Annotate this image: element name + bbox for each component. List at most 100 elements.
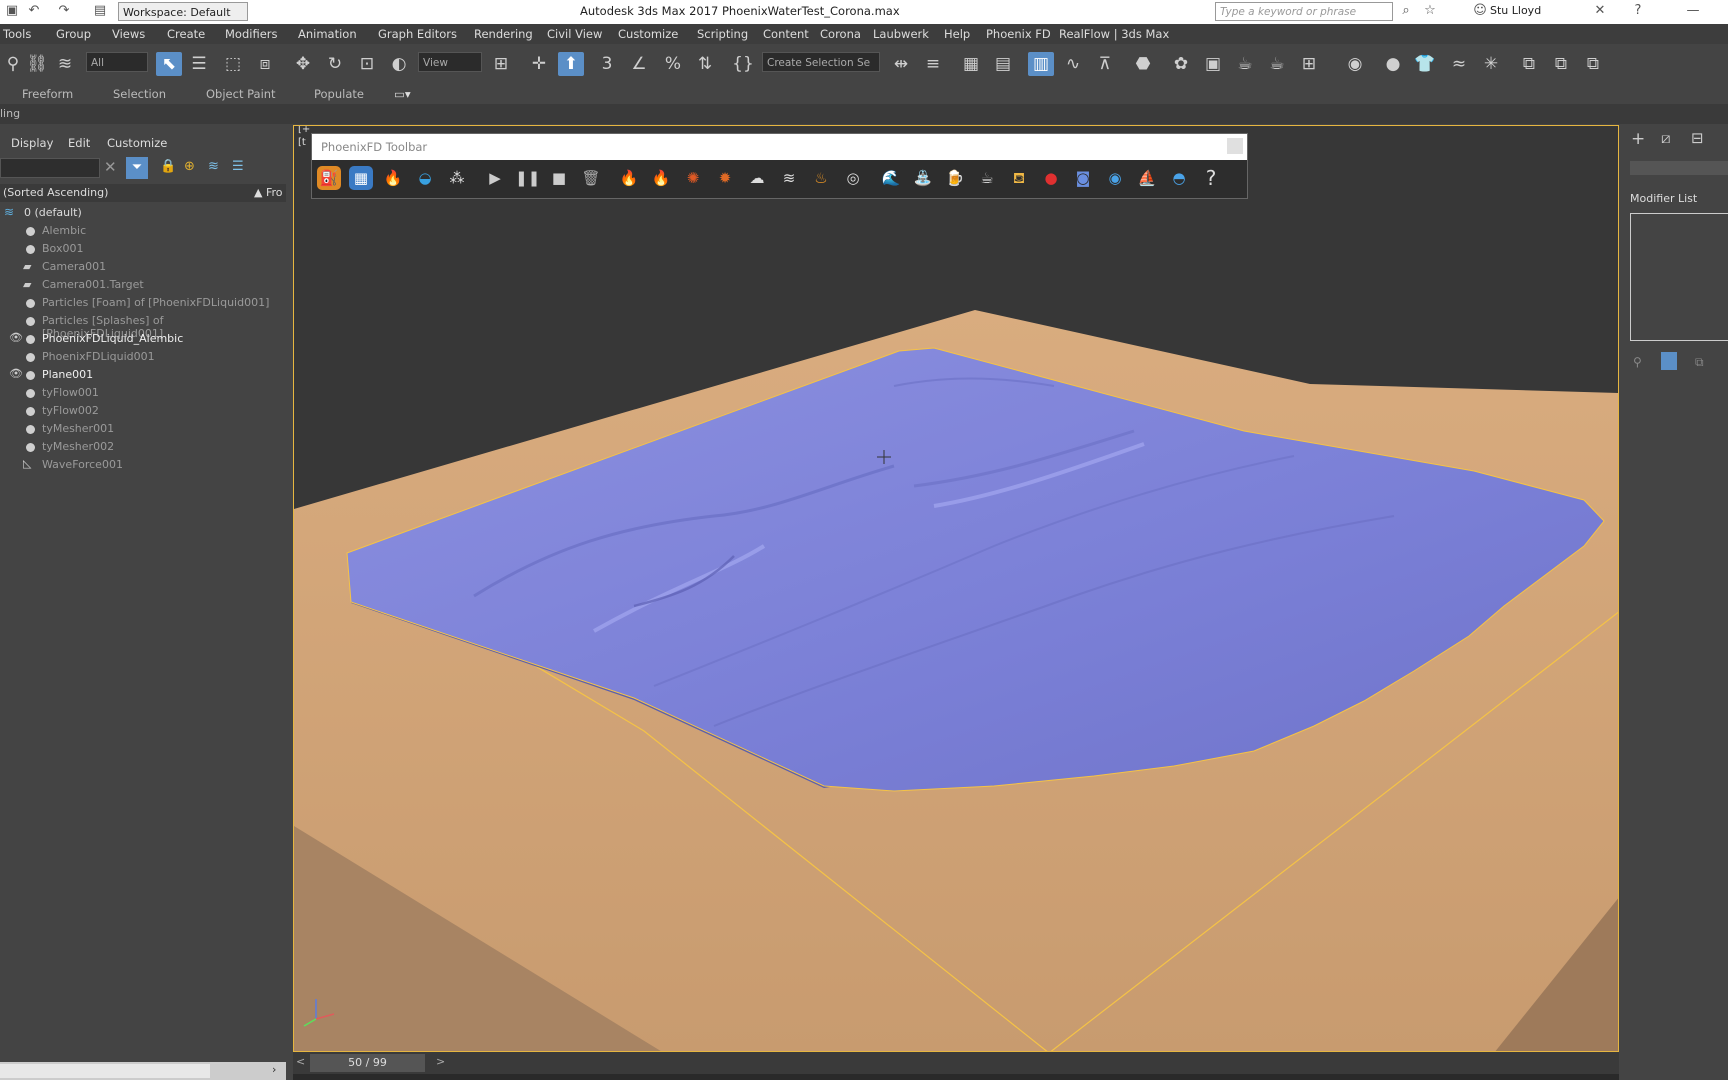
select-object-icon[interactable]: ⬉ bbox=[156, 52, 182, 76]
menu-corona[interactable]: Corona bbox=[820, 27, 861, 41]
curve-editor-icon[interactable]: ∿ bbox=[1060, 52, 1086, 76]
viewport-label-plus[interactable]: [+ bbox=[298, 126, 310, 135]
stop-simulation-icon[interactable]: ■ bbox=[547, 166, 571, 190]
object-icon[interactable] bbox=[26, 227, 35, 236]
next-frame-button[interactable]: > bbox=[436, 1055, 445, 1068]
menu-realflow[interactable]: RealFlow | 3ds Max bbox=[1059, 27, 1169, 41]
rotate-icon[interactable]: ↻ bbox=[322, 52, 348, 76]
snap-toggle-icon[interactable]: 3 bbox=[594, 52, 620, 76]
layers-icon[interactable]: ≋ bbox=[208, 159, 219, 174]
liquid-grid-icon[interactable]: ▦ bbox=[349, 166, 373, 190]
eye-icon[interactable]: 👁 bbox=[9, 331, 23, 344]
link-icon[interactable]: ⚲ bbox=[0, 52, 26, 76]
make-unique-icon[interactable]: ⧉ bbox=[1695, 355, 1704, 370]
realflow-icon-1[interactable]: ⧉ bbox=[1516, 52, 1542, 76]
select-manipulate-icon[interactable]: ✛ bbox=[526, 52, 552, 76]
menu-group[interactable]: Group bbox=[56, 27, 91, 41]
preset-burning-icon[interactable]: ✹ bbox=[713, 166, 737, 190]
fire-simulator-icon[interactable]: 🔥 bbox=[381, 166, 405, 190]
prev-frame-button[interactable]: < bbox=[296, 1055, 305, 1068]
explorer-tab-display[interactable]: Display bbox=[11, 136, 53, 150]
render-iterative-icon[interactable]: ☕ bbox=[1264, 52, 1290, 76]
preset-beer-icon[interactable]: 🍺 bbox=[943, 166, 967, 190]
menu-create[interactable]: Create bbox=[167, 27, 205, 41]
object-icon[interactable] bbox=[26, 389, 35, 398]
scene-item-row[interactable]: ▰ Camera001.Target bbox=[0, 276, 286, 294]
grid-icon[interactable]: ⊞ bbox=[1296, 52, 1322, 76]
ribbon-tab-selection[interactable]: Selection bbox=[113, 87, 166, 101]
preset-pour-icon[interactable]: ⛲ bbox=[911, 166, 935, 190]
scene-item-row[interactable]: tyFlow001 bbox=[0, 384, 286, 402]
camera-icon[interactable]: ▰ bbox=[23, 260, 31, 273]
preset-fire-icon[interactable]: 🔥 bbox=[617, 166, 641, 190]
eye-icon[interactable]: 👁 bbox=[9, 367, 23, 380]
add-layer-icon[interactable]: ⊕ bbox=[184, 159, 195, 174]
explorer-search-field[interactable] bbox=[0, 158, 100, 178]
hair-icon[interactable]: ≈ bbox=[1446, 52, 1472, 76]
filter-icon[interactable]: ⏷ bbox=[126, 157, 148, 179]
menu-content[interactable]: Content bbox=[763, 27, 809, 41]
place-icon[interactable]: ◐ bbox=[386, 52, 412, 76]
render-setup-icon[interactable]: ✿ bbox=[1168, 52, 1194, 76]
menu-animation[interactable]: Animation bbox=[298, 27, 357, 41]
explorer-tab-customize[interactable]: Customize bbox=[107, 136, 167, 150]
menu-graph-editors[interactable]: Graph Editors bbox=[378, 27, 457, 41]
select-by-name-icon[interactable]: ☰ bbox=[186, 52, 212, 76]
minimize-icon[interactable]: — bbox=[1685, 3, 1701, 19]
ribbon-options-icon[interactable]: ▭▾ bbox=[394, 87, 411, 101]
clear-search-icon[interactable]: ✕ bbox=[104, 158, 117, 176]
preset-flame-icon[interactable]: 🔥 bbox=[649, 166, 673, 190]
scene-item-row[interactable]: Alembic bbox=[0, 222, 286, 240]
liquid-simulator-icon[interactable]: ◒ bbox=[413, 166, 437, 190]
scene-explorer-icon[interactable]: ▥ bbox=[1028, 52, 1054, 76]
rect-selection-icon[interactable]: ⬚ bbox=[220, 52, 246, 76]
menu-views[interactable]: Views bbox=[112, 27, 145, 41]
phoenix-help-icon[interactable]: ? bbox=[1199, 166, 1223, 190]
track-bar[interactable] bbox=[293, 1074, 1619, 1080]
ocean-mesher-icon[interactable]: ◓ bbox=[1167, 166, 1191, 190]
scroll-right-icon[interactable]: › bbox=[272, 1063, 276, 1076]
ribbon-tab-object-paint[interactable]: Object Paint bbox=[206, 87, 276, 101]
scene-item-row[interactable]: Box001 bbox=[0, 240, 286, 258]
app-icon[interactable]: ▣ bbox=[4, 3, 20, 19]
menu-rendering[interactable]: Rendering bbox=[474, 27, 533, 41]
preset-smoke-icon[interactable]: ☁ bbox=[745, 166, 769, 190]
scene-item-row[interactable]: 👁 Plane001 bbox=[0, 366, 286, 384]
viewport-label-view[interactable]: [t bbox=[298, 137, 306, 148]
preset-coffee-icon[interactable]: ☕ bbox=[975, 166, 999, 190]
pivot-center-icon[interactable]: ⊞ bbox=[488, 52, 514, 76]
realflow-icon-2[interactable]: ⧉ bbox=[1548, 52, 1574, 76]
pause-simulation-icon[interactable]: ❚❚ bbox=[515, 166, 540, 190]
keyboard-shortcut-override-icon[interactable]: ⬆ bbox=[558, 52, 584, 76]
reference-coord-dropdown[interactable]: View bbox=[418, 52, 482, 72]
modifier-list-dropdown[interactable]: Modifier List bbox=[1630, 192, 1697, 205]
percent-snap-icon[interactable]: % bbox=[660, 52, 686, 76]
shirt-icon[interactable]: 👕 bbox=[1412, 52, 1438, 76]
object-icon[interactable] bbox=[26, 371, 35, 380]
object-icon[interactable] bbox=[26, 425, 35, 434]
unlink-icon[interactable]: ⛓ bbox=[24, 52, 50, 76]
selection-filter-dropdown[interactable]: All bbox=[86, 52, 148, 72]
menu-phoenix-fd[interactable]: Phoenix FD bbox=[986, 27, 1051, 41]
hierarchy-tab-icon[interactable]: ⊟ bbox=[1691, 129, 1704, 147]
delete-cache-icon[interactable]: 🗑 bbox=[579, 166, 603, 190]
move-icon[interactable]: ✥ bbox=[290, 52, 316, 76]
menu-tools[interactable]: Tools bbox=[3, 27, 31, 41]
object-icon[interactable] bbox=[26, 245, 35, 254]
named-selection-dropdown[interactable]: Create Selection Se bbox=[762, 52, 880, 72]
object-icon[interactable] bbox=[26, 353, 35, 362]
object-name-field[interactable] bbox=[1630, 161, 1728, 175]
help-icon[interactable]: ? bbox=[1630, 3, 1646, 19]
object-icon[interactable] bbox=[26, 443, 35, 452]
search-input[interactable]: Type a keyword or phrase bbox=[1215, 2, 1393, 21]
menu-modifiers[interactable]: Modifiers bbox=[225, 27, 278, 41]
preset-blood-icon[interactable]: ● bbox=[1039, 166, 1063, 190]
preset-vortex-icon[interactable]: ◎ bbox=[841, 166, 865, 190]
toggle-ribbon-icon[interactable]: ▤ bbox=[990, 52, 1016, 76]
preset-boat-icon[interactable]: ⛵ bbox=[1135, 166, 1159, 190]
scale-icon[interactable]: ⊡ bbox=[354, 52, 380, 76]
perspective-viewport[interactable]: [+ [t bbox=[293, 125, 1619, 1052]
start-simulation-icon[interactable]: ▶ bbox=[483, 166, 507, 190]
scene-item-row[interactable]: 👁 PhoenixFDLiquid_Alembic bbox=[0, 330, 286, 348]
schematic-view-icon[interactable]: ⊼ bbox=[1092, 52, 1118, 76]
